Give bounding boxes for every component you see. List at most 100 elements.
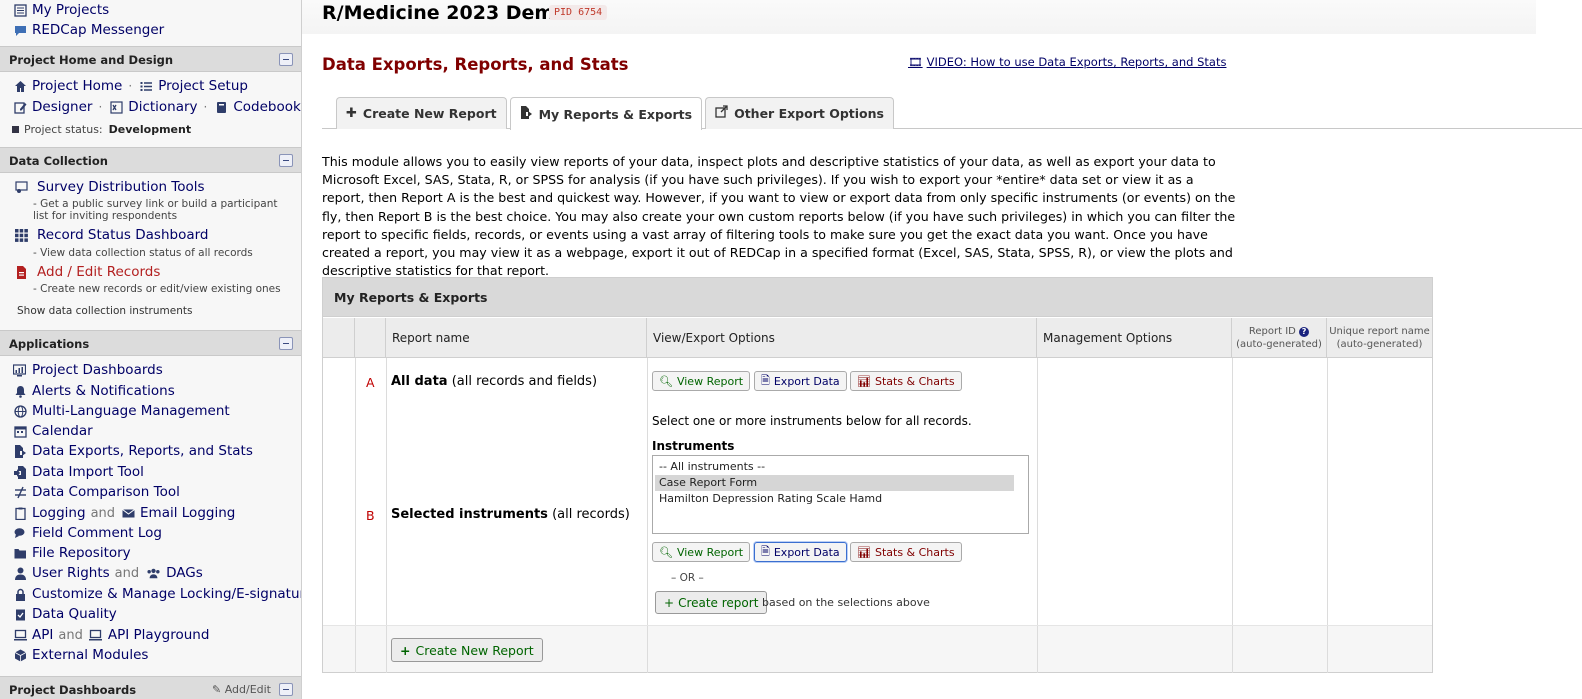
- tab-create-new-report[interactable]: ✚ Create New Report: [336, 97, 507, 129]
- codebook-link[interactable]: Codebook: [233, 99, 300, 115]
- and-text: and: [114, 565, 140, 581]
- field-comment-label: Field Comment Log: [32, 525, 162, 541]
- reports-table: My Reports & Exports Report name View/Ex…: [322, 277, 1433, 673]
- record-status-dashboard-link[interactable]: Record Status Dashboard: [12, 227, 209, 243]
- instruments-select[interactable]: -- All instruments -- Case Report Form H…: [652, 455, 1029, 534]
- user-rights-link[interactable]: User Rights: [32, 565, 110, 581]
- data-exports-label: Data Exports, Reports, and Stats: [32, 443, 253, 459]
- data-import-link[interactable]: Data Import Tool: [12, 464, 144, 480]
- my-projects-link[interactable]: My Projects: [12, 2, 109, 18]
- show-instruments-link[interactable]: Show data collection instruments: [17, 305, 192, 317]
- api-link[interactable]: API: [32, 627, 53, 643]
- create-new-report-button[interactable]: + Create New Report: [391, 638, 543, 662]
- project-header: R/Medicine 2023 Demo PID 6754: [302, 0, 1536, 34]
- page-title: Data Exports, Reports, and Stats: [322, 55, 629, 74]
- video-link-label: VIDEO: How to use Data Exports, Reports,…: [926, 55, 1227, 69]
- dags-link[interactable]: DAGs: [166, 565, 203, 581]
- redcap-messenger-link[interactable]: REDCap Messenger: [12, 22, 164, 38]
- unique-name-label: Unique report name: [1329, 325, 1430, 337]
- laptop-icon: [88, 628, 104, 642]
- collapse-button[interactable]: [279, 154, 293, 167]
- excel-icon: [108, 100, 124, 114]
- data-exports-link[interactable]: Data Exports, Reports, and Stats: [12, 443, 253, 459]
- alerts-link[interactable]: Alerts & Notifications: [12, 383, 175, 399]
- data-comparison-link[interactable]: Data Comparison Tool: [12, 484, 180, 500]
- collapse-button[interactable]: [279, 53, 293, 66]
- logging-link[interactable]: Logging: [32, 505, 86, 521]
- add-edit-dashboards-link[interactable]: ✎ Add/Edit: [212, 683, 271, 696]
- dashboard-icon: [10, 363, 28, 377]
- multilang-link[interactable]: Multi-Language Management: [12, 403, 230, 419]
- data-import-label: Data Import Tool: [32, 464, 144, 480]
- add-edit-records-link[interactable]: Add / Edit Records: [12, 264, 160, 280]
- laptop-code-icon: [12, 628, 28, 642]
- export-data-button-b[interactable]: 🗎 Export Data: [754, 542, 847, 562]
- collapse-button[interactable]: [279, 683, 293, 696]
- instruments-label: Instruments: [652, 439, 735, 453]
- report-name-a: All data (all records and fields): [391, 374, 597, 389]
- dictionary-link[interactable]: Dictionary: [128, 99, 197, 115]
- instrument-option[interactable]: -- All instruments --: [655, 459, 1014, 475]
- tab-label: Create New Report: [362, 106, 497, 121]
- logging-row: Logging and Email Logging: [12, 505, 235, 521]
- create-report-button[interactable]: + Create report: [655, 591, 768, 614]
- chat-icon: [12, 23, 28, 37]
- view-report-button-a[interactable]: 🔍︎ View Report: [652, 371, 751, 391]
- section-title: Project Dashboards: [9, 683, 137, 697]
- based-on-text: based on the selections above: [762, 596, 930, 609]
- report-name-b: Selected instruments (all records): [391, 507, 630, 522]
- add-edit-records-label: Add / Edit Records: [37, 264, 161, 280]
- locking-link[interactable]: Customize & Manage Locking/E-signatures: [12, 586, 302, 602]
- instrument-option-selected[interactable]: Case Report Form: [655, 475, 1014, 491]
- external-modules-link[interactable]: External Modules: [12, 647, 148, 663]
- record-status-dashboard-label: Record Status Dashboard: [37, 227, 209, 243]
- intro-paragraph: This module allows you to easily view re…: [322, 154, 1236, 279]
- survey-icon: [12, 180, 30, 194]
- email-icon: [120, 506, 136, 520]
- col-blank-1: [323, 318, 355, 358]
- row-b-hint: Select one or more instruments below for…: [652, 414, 972, 428]
- btn-label: Stats & Charts: [874, 374, 955, 388]
- collapse-button[interactable]: [279, 337, 293, 350]
- stats-charts-button-b[interactable]: 📊︎ Stats & Charts: [850, 542, 962, 562]
- project-status-label: Project status:: [24, 123, 103, 136]
- project-setup-link[interactable]: Project Setup: [158, 78, 248, 94]
- survey-distribution-link[interactable]: Survey Distribution Tools: [12, 179, 205, 195]
- file-repository-link[interactable]: File Repository: [12, 545, 131, 561]
- users-group-icon: [144, 566, 162, 580]
- col-management: Management Options: [1037, 318, 1232, 358]
- tab-label: My Reports & Exports: [538, 106, 693, 122]
- designer-row: Designer · Dictionary · Codebook: [12, 99, 301, 115]
- data-quality-label: Data Quality: [32, 606, 117, 622]
- help-icon[interactable]: ?: [1299, 326, 1310, 337]
- view-report-button-b[interactable]: 🔍︎ View Report: [652, 542, 751, 562]
- comments-icon: [12, 526, 28, 540]
- import-file-icon: [12, 465, 28, 479]
- tab-my-reports-exports[interactable]: My Reports & Exports: [509, 97, 703, 130]
- stats-charts-button-a[interactable]: 📊︎ Stats & Charts: [850, 371, 962, 391]
- instrument-option[interactable]: Hamilton Depression Rating Scale Hamd: [655, 491, 1014, 507]
- email-logging-link[interactable]: Email Logging: [140, 505, 235, 521]
- locking-label: Customize & Manage Locking/E-signatures: [32, 586, 302, 602]
- tab-other-export-options[interactable]: Other Export Options: [705, 97, 894, 129]
- and-text: and: [90, 505, 116, 521]
- folder-icon: [12, 546, 28, 560]
- col-report-id: Report ID ? (auto-generated): [1232, 318, 1327, 358]
- bell-icon: [12, 384, 28, 398]
- section-applications: Applications: [0, 330, 301, 356]
- video-link[interactable]: 🎞 VIDEO: How to use Data Exports, Report…: [908, 55, 1226, 69]
- edit-icon: [12, 100, 28, 114]
- share-icon: [715, 105, 728, 122]
- add-edit-label: Add/Edit: [224, 683, 271, 696]
- external-modules-label: External Modules: [32, 647, 149, 663]
- project-home-link[interactable]: Project Home: [32, 78, 122, 94]
- field-comment-link[interactable]: Field Comment Log: [12, 525, 162, 541]
- data-quality-link[interactable]: Data Quality: [12, 606, 117, 622]
- export-data-button-a[interactable]: 🗎 Export Data: [754, 371, 847, 391]
- designer-link[interactable]: Designer: [32, 99, 92, 115]
- section-title: Data Collection: [9, 154, 108, 168]
- calendar-link[interactable]: Calendar: [12, 423, 93, 439]
- btn-label: Export Data: [773, 374, 840, 388]
- api-playground-link[interactable]: API Playground: [108, 627, 210, 643]
- project-dashboards-link[interactable]: Project Dashboards: [10, 362, 163, 378]
